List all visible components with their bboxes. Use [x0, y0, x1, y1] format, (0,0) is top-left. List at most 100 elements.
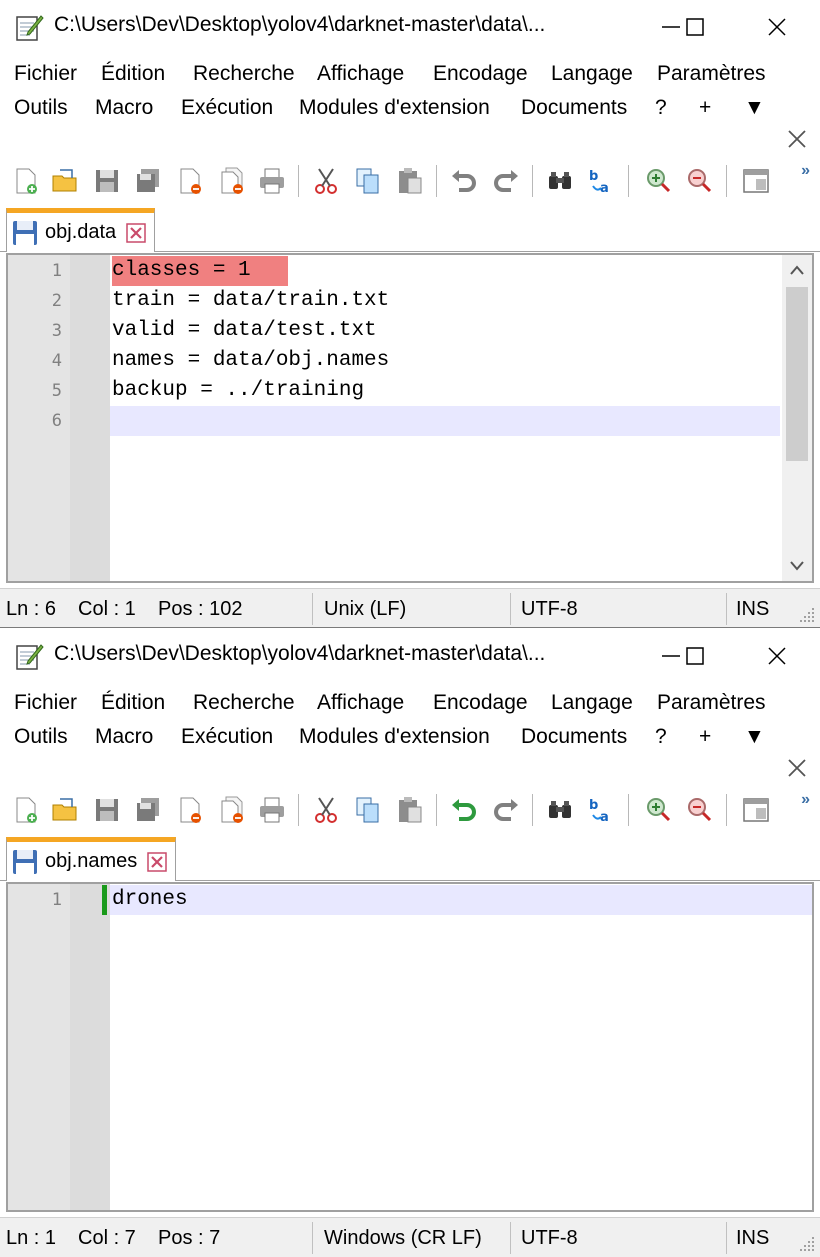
tab-obj-data[interactable]: obj.data — [6, 208, 156, 252]
status-eol[interactable]: Unix (LF) — [324, 598, 406, 621]
resize-grip-icon[interactable] — [798, 1235, 816, 1253]
menu-parametres[interactable]: Paramètres — [657, 62, 766, 86]
find-button[interactable] — [542, 163, 578, 199]
line-text[interactable]: names = data/obj.names — [112, 349, 389, 372]
copy-button[interactable] — [350, 792, 386, 828]
line-text[interactable]: drones — [112, 888, 188, 911]
cut-button[interactable] — [308, 163, 344, 199]
menu-macro[interactable]: Macro — [95, 725, 153, 749]
menu-encodage[interactable]: Encodage — [433, 691, 528, 715]
copy-button[interactable] — [350, 163, 386, 199]
menu-fichier[interactable]: Fichier — [14, 62, 77, 86]
menu-modules[interactable]: Modules d'extension — [299, 725, 490, 749]
status-insert-mode[interactable]: INS — [736, 598, 769, 621]
maximize-button[interactable] — [672, 635, 718, 677]
tab-close-icon[interactable] — [147, 851, 168, 872]
menu-parametres[interactable]: Paramètres — [657, 691, 766, 715]
menu-documents[interactable]: Documents — [521, 96, 627, 120]
text-editor[interactable]: 1 classes = 1 2 train = data/train.txt 3… — [6, 253, 814, 583]
cut-icon — [315, 797, 337, 823]
sync-scroll-button[interactable] — [738, 792, 774, 828]
menu-fichier[interactable]: Fichier — [14, 691, 77, 715]
status-eol[interactable]: Windows (CR LF) — [324, 1227, 482, 1250]
redo-button[interactable] — [488, 163, 524, 199]
find-button[interactable] — [542, 792, 578, 828]
toolbar-overflow-icon[interactable]: » — [801, 162, 810, 180]
open-file-button[interactable] — [47, 792, 83, 828]
menu-macro[interactable]: Macro — [95, 96, 153, 120]
menu-help[interactable]: ? — [655, 725, 667, 749]
menu-outils[interactable]: Outils — [14, 96, 68, 120]
menu-modules[interactable]: Modules d'extension — [299, 96, 490, 120]
resize-grip-icon[interactable] — [798, 606, 816, 624]
undo-button[interactable] — [446, 792, 482, 828]
zoom-out-button[interactable] — [681, 163, 717, 199]
redo-button[interactable] — [488, 792, 524, 828]
sync-scroll-icon — [743, 798, 769, 822]
close-all-button[interactable] — [214, 792, 250, 828]
maximize-button[interactable] — [672, 6, 718, 48]
menu-edition[interactable]: Édition — [101, 62, 165, 86]
new-file-button[interactable] — [8, 792, 44, 828]
menu-outils[interactable]: Outils — [14, 725, 68, 749]
new-file-button[interactable] — [8, 163, 44, 199]
menu-execution[interactable]: Exécution — [181, 96, 273, 120]
menu-recherche[interactable]: Recherche — [193, 691, 295, 715]
line-text[interactable]: backup = ../training — [112, 379, 364, 402]
close-file-button[interactable] — [172, 792, 208, 828]
menu-execution[interactable]: Exécution — [181, 725, 273, 749]
toolbar-overflow-icon[interactable]: » — [801, 791, 810, 809]
paste-button[interactable] — [392, 792, 428, 828]
menu-add-tab[interactable]: + — [699, 725, 711, 749]
close-document-icon[interactable] — [786, 757, 808, 779]
print-button[interactable] — [254, 163, 290, 199]
menu-recherche[interactable]: Recherche — [193, 62, 295, 86]
menu-tab-list[interactable]: ▼ — [744, 96, 765, 120]
save-all-button[interactable] — [130, 792, 166, 828]
menu-affichage[interactable]: Affichage — [317, 62, 404, 86]
save-all-button[interactable] — [130, 163, 166, 199]
cut-button[interactable] — [308, 792, 344, 828]
print-button[interactable] — [254, 792, 290, 828]
close-button[interactable] — [754, 6, 800, 48]
close-button[interactable] — [754, 635, 800, 677]
window-title: C:\Users\Dev\Desktop\yolov4\darknet-mast… — [54, 13, 546, 36]
scrollbar-thumb[interactable] — [786, 287, 808, 461]
zoom-in-button[interactable] — [640, 792, 676, 828]
zoom-in-button[interactable] — [640, 163, 676, 199]
close-document-icon[interactable] — [786, 128, 808, 150]
sync-scroll-button[interactable] — [738, 163, 774, 199]
menu-langage[interactable]: Langage — [551, 62, 633, 86]
scroll-down-icon[interactable] — [786, 555, 808, 577]
zoom-out-button[interactable] — [681, 792, 717, 828]
scroll-up-icon[interactable] — [786, 259, 808, 281]
close-file-button[interactable] — [172, 163, 208, 199]
replace-button[interactable]: ba — [584, 792, 620, 828]
menu-langage[interactable]: Langage — [551, 691, 633, 715]
menu-documents[interactable]: Documents — [521, 725, 627, 749]
status-encoding[interactable]: UTF-8 — [521, 598, 578, 621]
save-button[interactable] — [89, 792, 125, 828]
status-encoding[interactable]: UTF-8 — [521, 1227, 578, 1250]
replace-button[interactable]: ba — [584, 163, 620, 199]
menu-add-tab[interactable]: + — [699, 96, 711, 120]
status-insert-mode[interactable]: INS — [736, 1227, 769, 1250]
close-all-button[interactable] — [214, 163, 250, 199]
tab-close-icon[interactable] — [126, 222, 146, 243]
line-text[interactable]: valid = data/test.txt — [112, 319, 377, 342]
menu-encodage[interactable]: Encodage — [433, 62, 528, 86]
menu-affichage[interactable]: Affichage — [317, 691, 404, 715]
line-text[interactable]: train = data/train.txt — [112, 289, 389, 312]
save-button[interactable] — [89, 163, 125, 199]
menu-edition[interactable]: Édition — [101, 691, 165, 715]
tab-obj-names[interactable]: obj.names — [6, 837, 177, 881]
menu-help[interactable]: ? — [655, 96, 667, 120]
open-file-button[interactable] — [47, 163, 83, 199]
menu-tab-list[interactable]: ▼ — [744, 725, 765, 749]
paste-button[interactable] — [392, 163, 428, 199]
undo-button[interactable] — [446, 163, 482, 199]
line-text[interactable]: classes = 1 — [112, 259, 251, 282]
line-number: 3 — [51, 321, 62, 341]
text-editor[interactable]: 1 drones — [6, 882, 814, 1212]
vertical-scrollbar[interactable] — [782, 255, 812, 581]
